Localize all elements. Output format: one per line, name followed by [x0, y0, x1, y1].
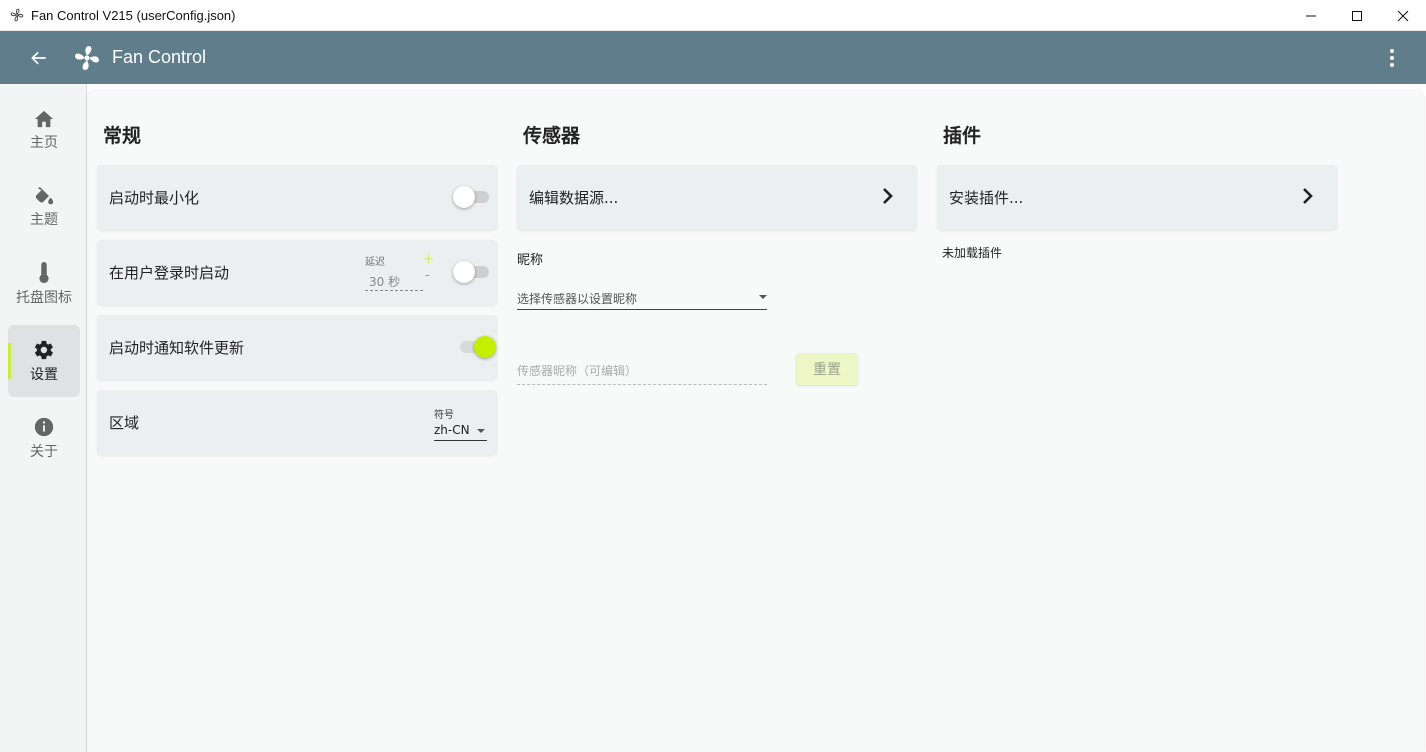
nickname-label: 昵称 — [517, 253, 544, 268]
more-vertical-icon — [1390, 49, 1394, 67]
install-plugins-label: 安装插件... — [949, 189, 1024, 207]
sidebar-item-theme[interactable]: 主题 — [8, 171, 80, 243]
window-title: Fan Control V215 (userConfig.json) — [31, 7, 236, 23]
general-section-title: 常规 — [103, 125, 142, 147]
region-label: 区域 — [109, 414, 140, 432]
gear-icon — [34, 340, 53, 359]
settings-panel: 常规 启动时最小化 在用户登录时启动 延迟 30 秒 + - 启动时通知软件更新… — [87, 91, 1424, 752]
sidebar-item-settings[interactable]: 设置 — [8, 325, 80, 397]
sidebar-item-label: 主题 — [30, 211, 58, 228]
info-icon — [34, 417, 54, 436]
caret-down-icon — [759, 295, 767, 299]
notify-updates-card: 启动时通知软件更新 — [97, 315, 497, 380]
arrow-left-icon — [31, 51, 46, 64]
region-select[interactable]: 符号 zh-CN — [434, 406, 487, 441]
fan-icon — [72, 43, 102, 73]
no-plugins-text: 未加载插件 — [942, 246, 1003, 260]
window-titlebar: Fan Control V215 (userConfig.json) — [0, 0, 1426, 31]
minimize-on-start-card: 启动时最小化 — [97, 165, 497, 230]
fan-outline-icon — [9, 7, 25, 23]
paint-bucket-icon — [35, 186, 54, 204]
sidebar-item-home[interactable]: 主页 — [8, 94, 80, 166]
side-navigation: 主页 主题 托盘图标 设置 关于 — [0, 84, 87, 752]
app-bar: Fan Control — [0, 31, 1426, 84]
sidebar-item-label: 主页 — [30, 134, 58, 151]
window-controls — [1288, 0, 1426, 31]
sensor-nickname-placeholder: 传感器昵称（可编辑） — [517, 364, 638, 378]
thermometer-icon — [39, 261, 49, 283]
plugins-section-title: 插件 — [943, 125, 982, 147]
maximize-button[interactable] — [1334, 0, 1380, 31]
minimize-on-start-label: 启动时最小化 — [109, 189, 200, 207]
more-menu-button[interactable] — [1382, 45, 1402, 71]
close-icon — [1397, 10, 1409, 21]
delay-value: 30 秒 — [365, 273, 423, 291]
maximize-icon — [1352, 10, 1362, 21]
start-on-login-label: 在用户登录时启动 — [109, 264, 230, 282]
edit-sources-card[interactable]: 编辑数据源... — [517, 165, 917, 230]
sidebar-item-label: 设置 — [30, 366, 58, 383]
delay-increase-button[interactable]: + — [423, 252, 434, 267]
sensor-select-placeholder: 选择传感器以设置昵称 — [517, 292, 638, 306]
delay-field[interactable]: 延迟 30 秒 — [365, 253, 423, 291]
sensor-nickname-input[interactable]: 传感器昵称（可编辑） — [517, 359, 767, 385]
chevron-right-icon — [883, 188, 893, 204]
home-icon — [34, 110, 54, 127]
notify-updates-toggle[interactable] — [458, 336, 496, 358]
notify-updates-label: 启动时通知软件更新 — [109, 339, 245, 357]
caret-down-icon — [477, 429, 485, 433]
region-card: 区域 符号 zh-CN — [97, 390, 497, 455]
region-select-label: 符号 — [434, 410, 454, 421]
sidebar-item-about[interactable]: 关于 — [8, 402, 80, 474]
reset-button[interactable]: 重置 — [796, 353, 858, 385]
install-plugins-card[interactable]: 安装插件... — [937, 165, 1337, 230]
delay-label: 延迟 — [365, 257, 385, 268]
close-button[interactable] — [1380, 0, 1426, 31]
start-on-login-toggle[interactable] — [453, 261, 491, 283]
app-title: Fan Control — [112, 47, 207, 67]
start-on-login-card: 在用户登录时启动 延迟 30 秒 + - — [97, 240, 497, 305]
minimize-on-start-toggle[interactable] — [453, 186, 491, 208]
edit-sources-label: 编辑数据源... — [529, 189, 619, 207]
sidebar-item-label: 托盘图标 — [16, 289, 72, 306]
sensors-section-title: 传感器 — [523, 125, 581, 147]
minimize-icon — [1306, 15, 1316, 16]
sensor-select[interactable]: 选择传感器以设置昵称 — [517, 286, 767, 310]
delay-decrease-button[interactable]: - — [425, 268, 430, 283]
region-select-value: zh-CN — [434, 423, 470, 437]
minimize-button[interactable] — [1288, 0, 1334, 31]
sidebar-item-tray-icon[interactable]: 托盘图标 — [8, 248, 80, 320]
sidebar-item-label: 关于 — [30, 443, 58, 460]
chevron-right-icon — [1303, 188, 1313, 204]
back-button[interactable] — [24, 43, 54, 73]
